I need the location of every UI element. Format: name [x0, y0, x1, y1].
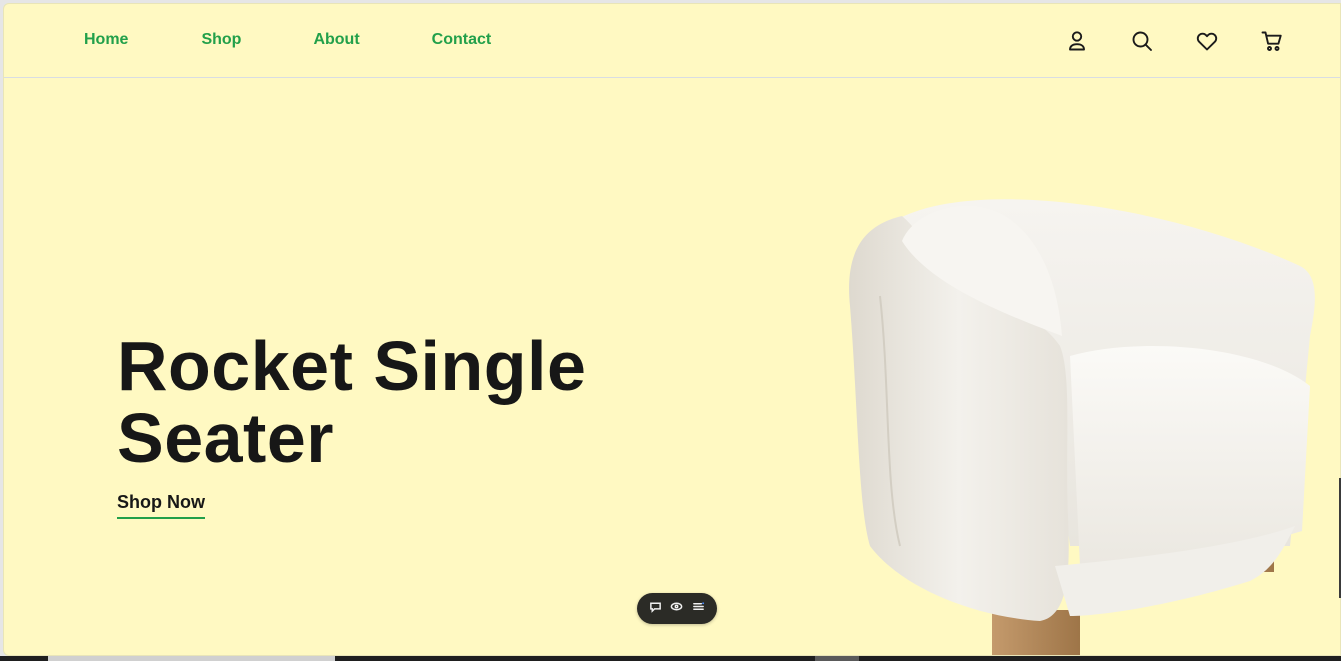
hero-title-line1: Rocket Single — [117, 327, 587, 405]
nav-home-link[interactable]: Home — [84, 31, 128, 49]
hero-title-line2: Seater — [117, 399, 335, 477]
shop-now-button[interactable]: Shop Now — [117, 492, 205, 519]
hero-title: Rocket Single Seater — [117, 330, 677, 474]
comment-icon[interactable] — [649, 600, 662, 618]
armchair-image — [849, 199, 1315, 655]
eye-icon[interactable] — [670, 600, 683, 618]
page: Home Shop About Contact Rocket Single Se… — [3, 3, 1341, 656]
menu-icon[interactable] — [692, 600, 705, 618]
nav-contact-link[interactable]: Contact — [432, 31, 492, 49]
nav-about-link[interactable]: About — [313, 31, 359, 49]
account-icon[interactable] — [1064, 28, 1090, 54]
floating-toolbar — [637, 593, 717, 624]
taskbar-strip — [0, 656, 1341, 661]
nav-shop-link[interactable]: Shop — [201, 31, 241, 49]
heart-icon[interactable] — [1194, 28, 1220, 54]
search-icon[interactable] — [1129, 28, 1155, 54]
header-icons — [1064, 28, 1285, 54]
cart-icon[interactable] — [1259, 28, 1285, 54]
site-header: Home Shop About Contact — [4, 4, 1340, 78]
main-nav: Home Shop About Contact — [84, 31, 491, 49]
